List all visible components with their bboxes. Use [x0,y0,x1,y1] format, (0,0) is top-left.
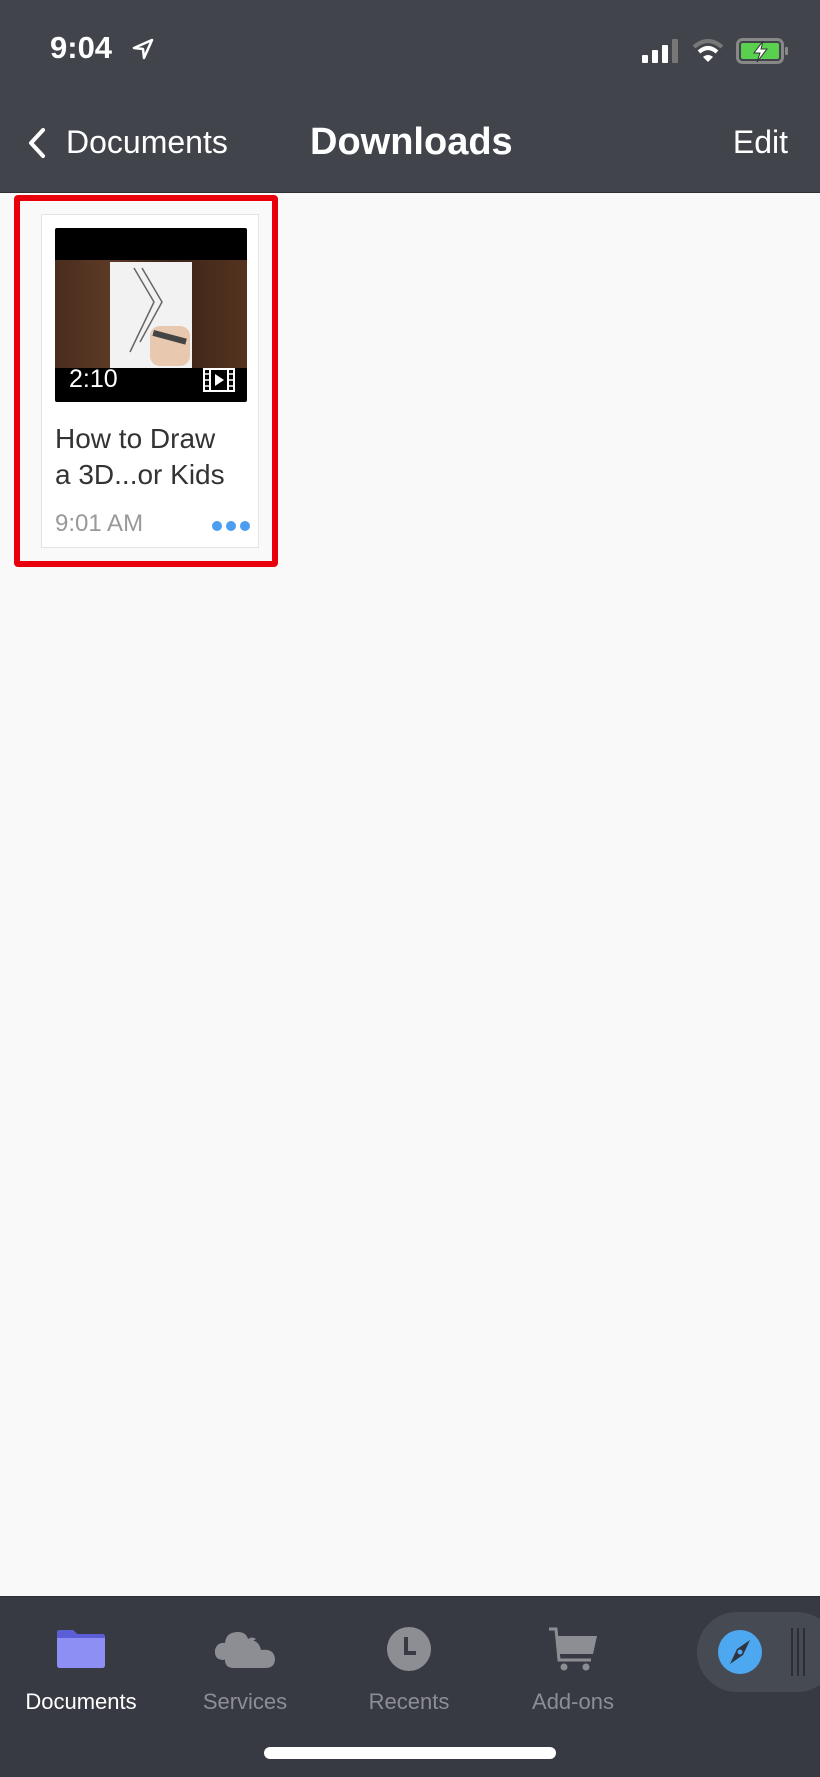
file-card[interactable]: 2:10 How to Draw a 3D...or Kids 9:01 AM [41,214,259,548]
folder-icon [57,1630,105,1668]
thumbnail-paper [110,262,192,368]
more-options-button[interactable] [212,521,250,531]
back-button[interactable]: Documents [28,124,228,161]
top-bar: 9:04 Documents Downloads Edit [0,0,820,193]
tab-label: Add-ons [532,1689,614,1714]
video-thumbnail[interactable]: 2:10 [55,228,247,402]
location-arrow-icon [132,38,154,60]
more-dot [240,521,250,531]
clock-icon [387,1627,431,1671]
battery-charging-icon [736,38,788,64]
tab-label: Documents [25,1689,137,1714]
signal-icon [642,39,678,63]
drawing-lines [129,267,190,366]
file-title-line2: a 3D...or Kids [55,459,225,490]
chevron-left-icon [29,127,45,158]
wifi-icon [692,39,724,62]
file-title-line1: How to Draw [55,423,216,454]
browser-button[interactable] [697,1612,820,1692]
drag-handle-icon[interactable] [789,1626,809,1678]
more-dot [212,521,222,531]
edit-button[interactable]: Edit [733,124,788,161]
status-time: 9:04 [50,30,113,65]
page-title: Downloads [310,121,513,163]
home-indicator[interactable] [264,1747,556,1759]
tab-services[interactable]: Services [170,1597,320,1715]
tab-label: Recents [368,1689,450,1714]
tab-documents[interactable]: Documents [6,1597,156,1715]
cloud-icon [214,1632,275,1668]
video-icon [203,368,235,392]
cart-icon [549,1627,597,1671]
file-title: How to Draw a 3D...or Kids [55,421,255,493]
video-duration: 2:10 [69,365,118,393]
tab-recents[interactable]: Recents [334,1597,484,1715]
tab-add-ons[interactable]: Add-ons [498,1597,648,1715]
tab-label: Services [202,1689,288,1714]
back-label: Documents [66,124,228,160]
file-time: 9:01 AM [55,510,144,537]
more-dot [226,521,236,531]
compass-icon [718,1630,762,1674]
status-icons [642,38,790,64]
